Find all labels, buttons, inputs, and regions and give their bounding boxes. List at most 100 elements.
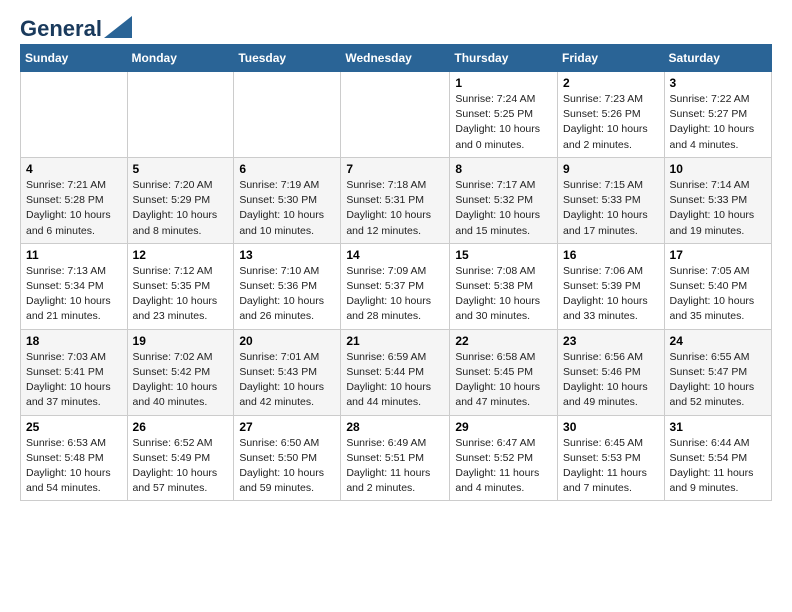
calendar-cell: 15Sunrise: 7:08 AM Sunset: 5:38 PM Dayli… [450,243,558,329]
day-number: 27 [239,420,335,434]
day-number: 3 [670,76,766,90]
day-info: Sunrise: 6:55 AM Sunset: 5:47 PM Dayligh… [670,350,766,411]
calendar-header-row: SundayMondayTuesdayWednesdayThursdayFrid… [21,45,772,72]
day-number: 18 [26,334,122,348]
day-number: 20 [239,334,335,348]
day-info: Sunrise: 7:20 AM Sunset: 5:29 PM Dayligh… [133,178,229,239]
day-number: 9 [563,162,659,176]
day-info: Sunrise: 6:44 AM Sunset: 5:54 PM Dayligh… [670,436,766,497]
logo-arrow-icon [104,16,132,38]
day-number: 21 [346,334,444,348]
calendar-cell: 23Sunrise: 6:56 AM Sunset: 5:46 PM Dayli… [558,329,665,415]
day-info: Sunrise: 7:15 AM Sunset: 5:33 PM Dayligh… [563,178,659,239]
day-info: Sunrise: 7:12 AM Sunset: 5:35 PM Dayligh… [133,264,229,325]
calendar-week-row: 1 Sunrise: 7:24 AM Sunset: 5:25 PM Daylig… [21,72,772,158]
day-info: Sunrise: 7:14 AM Sunset: 5:33 PM Dayligh… [670,178,766,239]
calendar-week-row: 18 Sunrise: 7:03 AM Sunset: 5:41 PM Dayli… [21,329,772,415]
calendar-cell: 28 Sunrise: 6:49 AM Sunset: 5:51 PM Dayli… [341,415,450,501]
day-info: Sunrise: 7:09 AM Sunset: 5:37 PM Dayligh… [346,264,444,325]
calendar-header-friday: Friday [558,45,665,72]
day-number: 12 [133,248,229,262]
calendar-cell: 5 Sunrise: 7:20 AM Sunset: 5:29 PM Daylig… [127,157,234,243]
day-info: Sunrise: 7:10 AM Sunset: 5:36 PM Dayligh… [239,264,335,325]
day-number: 1 [455,76,552,90]
calendar-cell: 29 Sunrise: 6:47 AM Sunset: 5:52 PM Dayli… [450,415,558,501]
calendar-cell: 16Sunrise: 7:06 AM Sunset: 5:39 PM Dayli… [558,243,665,329]
day-info: Sunrise: 7:01 AM Sunset: 5:43 PM Dayligh… [239,350,335,411]
calendar-cell: 24 Sunrise: 6:55 AM Sunset: 5:47 PM Dayli… [664,329,771,415]
day-info: Sunrise: 6:59 AM Sunset: 5:44 PM Dayligh… [346,350,444,411]
calendar-cell: 7 Sunrise: 7:18 AM Sunset: 5:31 PM Daylig… [341,157,450,243]
calendar-cell: 4Sunrise: 7:21 AM Sunset: 5:28 PM Daylig… [21,157,128,243]
calendar-cell [21,72,128,158]
calendar-week-row: 11 Sunrise: 7:13 AM Sunset: 5:34 PM Dayli… [21,243,772,329]
calendar-cell: 21 Sunrise: 6:59 AM Sunset: 5:44 PM Dayli… [341,329,450,415]
day-info: Sunrise: 6:56 AM Sunset: 5:46 PM Dayligh… [563,350,659,411]
calendar-header-thursday: Thursday [450,45,558,72]
calendar-week-row: 4Sunrise: 7:21 AM Sunset: 5:28 PM Daylig… [21,157,772,243]
day-number: 6 [239,162,335,176]
calendar-cell: 10Sunrise: 7:14 AM Sunset: 5:33 PM Dayli… [664,157,771,243]
day-number: 24 [670,334,766,348]
day-number: 28 [346,420,444,434]
day-number: 31 [670,420,766,434]
calendar-cell: 9 Sunrise: 7:15 AM Sunset: 5:33 PM Daylig… [558,157,665,243]
calendar-cell: 3Sunrise: 7:22 AM Sunset: 5:27 PM Daylig… [664,72,771,158]
calendar-cell: 2 Sunrise: 7:23 AM Sunset: 5:26 PM Daylig… [558,72,665,158]
calendar-cell: 12 Sunrise: 7:12 AM Sunset: 5:35 PM Dayli… [127,243,234,329]
day-info: Sunrise: 6:49 AM Sunset: 5:51 PM Dayligh… [346,436,444,497]
day-number: 8 [455,162,552,176]
calendar-table: SundayMondayTuesdayWednesdayThursdayFrid… [20,44,772,501]
day-number: 16 [563,248,659,262]
calendar-cell: 19 Sunrise: 7:02 AM Sunset: 5:42 PM Dayli… [127,329,234,415]
logo: General [20,16,132,36]
day-info: Sunrise: 6:53 AM Sunset: 5:48 PM Dayligh… [26,436,122,497]
calendar-header-sunday: Sunday [21,45,128,72]
day-info: Sunrise: 6:50 AM Sunset: 5:50 PM Dayligh… [239,436,335,497]
calendar-cell: 6 Sunrise: 7:19 AM Sunset: 5:30 PM Daylig… [234,157,341,243]
calendar-cell: 13Sunrise: 7:10 AM Sunset: 5:36 PM Dayli… [234,243,341,329]
calendar-cell [234,72,341,158]
day-info: Sunrise: 7:08 AM Sunset: 5:38 PM Dayligh… [455,264,552,325]
calendar-cell: 20 Sunrise: 7:01 AM Sunset: 5:43 PM Dayli… [234,329,341,415]
calendar-cell: 14Sunrise: 7:09 AM Sunset: 5:37 PM Dayli… [341,243,450,329]
day-number: 22 [455,334,552,348]
calendar-cell: 31 Sunrise: 6:44 AM Sunset: 5:54 PM Dayli… [664,415,771,501]
calendar-cell: 30 Sunrise: 6:45 AM Sunset: 5:53 PM Dayli… [558,415,665,501]
day-number: 2 [563,76,659,90]
calendar-header-monday: Monday [127,45,234,72]
day-info: Sunrise: 7:23 AM Sunset: 5:26 PM Dayligh… [563,92,659,153]
day-info: Sunrise: 6:45 AM Sunset: 5:53 PM Dayligh… [563,436,659,497]
calendar-cell: 11 Sunrise: 7:13 AM Sunset: 5:34 PM Dayli… [21,243,128,329]
day-info: Sunrise: 7:18 AM Sunset: 5:31 PM Dayligh… [346,178,444,239]
day-info: Sunrise: 7:13 AM Sunset: 5:34 PM Dayligh… [26,264,122,325]
calendar-cell: 18 Sunrise: 7:03 AM Sunset: 5:41 PM Dayli… [21,329,128,415]
header: General [20,16,772,36]
calendar-cell: 27 Sunrise: 6:50 AM Sunset: 5:50 PM Dayli… [234,415,341,501]
day-number: 7 [346,162,444,176]
day-info: Sunrise: 7:17 AM Sunset: 5:32 PM Dayligh… [455,178,552,239]
calendar-header-saturday: Saturday [664,45,771,72]
day-info: Sunrise: 7:05 AM Sunset: 5:40 PM Dayligh… [670,264,766,325]
day-number: 11 [26,248,122,262]
calendar-cell: 8 Sunrise: 7:17 AM Sunset: 5:32 PM Daylig… [450,157,558,243]
day-number: 5 [133,162,229,176]
day-info: Sunrise: 6:58 AM Sunset: 5:45 PM Dayligh… [455,350,552,411]
calendar-cell: 17Sunrise: 7:05 AM Sunset: 5:40 PM Dayli… [664,243,771,329]
day-info: Sunrise: 7:21 AM Sunset: 5:28 PM Dayligh… [26,178,122,239]
calendar-cell: 26Sunrise: 6:52 AM Sunset: 5:49 PM Dayli… [127,415,234,501]
day-info: Sunrise: 7:19 AM Sunset: 5:30 PM Dayligh… [239,178,335,239]
day-number: 29 [455,420,552,434]
calendar-cell: 1 Sunrise: 7:24 AM Sunset: 5:25 PM Daylig… [450,72,558,158]
calendar-cell [127,72,234,158]
day-number: 26 [133,420,229,434]
day-info: Sunrise: 7:03 AM Sunset: 5:41 PM Dayligh… [26,350,122,411]
day-info: Sunrise: 7:02 AM Sunset: 5:42 PM Dayligh… [133,350,229,411]
day-number: 19 [133,334,229,348]
day-number: 30 [563,420,659,434]
calendar-week-row: 25Sunrise: 6:53 AM Sunset: 5:48 PM Dayli… [21,415,772,501]
page-container: General SundayMondayTuesdayWednesdayThur… [0,0,792,517]
calendar-cell: 25Sunrise: 6:53 AM Sunset: 5:48 PM Dayli… [21,415,128,501]
day-info: Sunrise: 7:24 AM Sunset: 5:25 PM Dayligh… [455,92,552,153]
day-info: Sunrise: 6:47 AM Sunset: 5:52 PM Dayligh… [455,436,552,497]
